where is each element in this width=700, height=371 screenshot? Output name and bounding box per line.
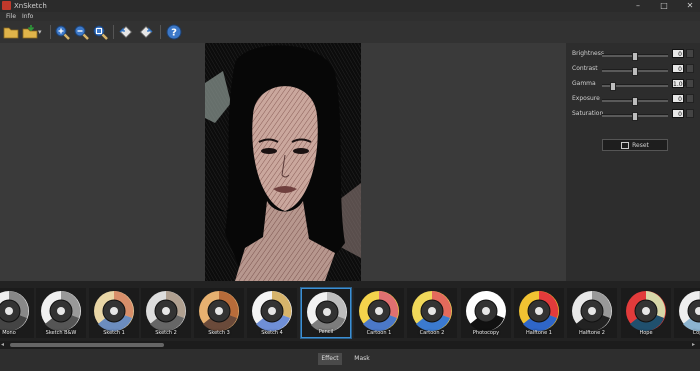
brightness-spinner[interactable] [686, 49, 694, 58]
effect-thumb[interactable]: Pencil [301, 288, 351, 338]
rotate-right-icon[interactable] [138, 24, 154, 40]
menu-bar: File Info [0, 12, 700, 21]
rotate-left-icon[interactable] [118, 24, 134, 40]
app-logo-icon [2, 1, 11, 10]
exposure-slider[interactable] [602, 97, 668, 106]
effect-thumb[interactable]: Hope [621, 288, 671, 338]
open-folder-icon[interactable] [3, 24, 19, 40]
effect-label: Sketch 4 [261, 330, 283, 336]
effect-label: Halftone 2 [579, 330, 605, 336]
close-icon[interactable]: ✕ [682, 0, 698, 12]
zoom-fit-icon[interactable] [92, 24, 108, 40]
tab-effect[interactable]: Effect [318, 353, 342, 365]
contrast-label: Contrast [572, 65, 598, 72]
menu-info[interactable]: Info [22, 12, 33, 21]
gamma-slider-thumb[interactable] [610, 82, 617, 91]
effects-strip: Mono Sketch B&W Sketch 1 Sketch 2 Sketch 3 Sk… [0, 281, 700, 343]
effect-thumb[interactable]: Halftone 2 [567, 288, 617, 338]
effect-thumb[interactable]: Copy [674, 288, 700, 338]
horizontal-scrollbar[interactable]: ◂ ▸ [0, 341, 700, 349]
effect-label: Copy [692, 330, 700, 336]
gamma-value[interactable]: 1.00 [672, 79, 686, 88]
saturation-slider[interactable] [602, 112, 668, 121]
effect-label: Cartoon 1 [366, 330, 392, 336]
effect-thumb[interactable]: Sketch 4 [247, 288, 297, 338]
contrast-slider[interactable] [602, 67, 668, 76]
effect-thumb[interactable]: Photocopy [461, 288, 511, 338]
tab-bar: Effect Mask [0, 349, 700, 371]
contrast-slider-thumb[interactable] [632, 67, 638, 76]
toolbar-divider [113, 25, 114, 39]
gamma-slider[interactable] [602, 82, 668, 91]
effect-label: Hope [639, 330, 653, 336]
adjustments-panel: Brightness 0 Contrast 0 Gamma 1.00 Expos… [566, 43, 700, 281]
save-icon[interactable] [22, 24, 38, 40]
effect-label: Pencil [318, 329, 334, 335]
effect-label: Photocopy [472, 330, 500, 336]
effect-label: Sketch B&W [45, 330, 77, 336]
brightness-slider-thumb[interactable] [632, 52, 638, 61]
reset-button[interactable]: Reset [602, 139, 668, 151]
menu-file[interactable]: File [6, 12, 16, 21]
title-bar: XnSketch – □ ✕ [0, 0, 700, 12]
gamma-row: Gamma 1.00 [566, 79, 700, 93]
exposure-label: Exposure [572, 95, 600, 102]
effect-thumb[interactable]: Sketch 3 [194, 288, 244, 338]
saturation-value[interactable]: 0 [672, 109, 684, 118]
brightness-row: Brightness 0 [566, 49, 700, 63]
reset-icon [621, 142, 630, 149]
svg-text:?: ? [171, 28, 177, 39]
effect-label: Sketch 3 [208, 330, 230, 336]
reset-label: Reset [632, 142, 649, 149]
exposure-value[interactable]: 0 [672, 94, 684, 103]
sketch-preview-image [205, 43, 361, 281]
saturation-spinner[interactable] [686, 109, 694, 118]
toolbar-divider [50, 25, 51, 39]
effect-thumb[interactable]: Cartoon 2 [407, 288, 457, 338]
chevron-down-icon[interactable]: ▾ [38, 24, 54, 40]
contrast-value[interactable]: 0 [672, 64, 684, 73]
effect-label: Halftone 1 [526, 330, 552, 336]
scroll-left-icon[interactable]: ◂ [1, 341, 4, 349]
saturation-slider-thumb[interactable] [632, 112, 638, 121]
maximize-icon[interactable]: □ [656, 0, 672, 12]
gamma-label: Gamma [572, 80, 596, 87]
exposure-row: Exposure 0 [566, 94, 700, 108]
zoom-in-icon[interactable] [54, 24, 70, 40]
effect-thumb[interactable]: Cartoon 1 [354, 288, 404, 338]
effect-thumb[interactable]: Sketch 1 [89, 288, 139, 338]
effect-thumb[interactable]: Sketch B&W [36, 288, 86, 338]
effect-thumb[interactable]: Mono [0, 288, 34, 338]
saturation-row: Saturation 0 [566, 109, 700, 123]
contrast-spinner[interactable] [686, 64, 694, 73]
minimize-icon[interactable]: – [630, 0, 646, 12]
exposure-slider-thumb[interactable] [632, 97, 638, 106]
effect-label: Sketch 2 [155, 330, 177, 336]
brightness-label: Brightness [572, 50, 604, 57]
gamma-spinner[interactable] [686, 79, 694, 88]
brightness-slider[interactable] [602, 52, 668, 61]
tab-mask[interactable]: Mask [346, 353, 378, 365]
effect-thumb[interactable]: Sketch 2 [141, 288, 191, 338]
saturation-label: Saturation [572, 110, 604, 117]
effect-label: Cartoon 2 [419, 330, 445, 336]
zoom-out-icon[interactable] [73, 24, 89, 40]
effect-label: Sketch 1 [103, 330, 125, 336]
window-title: XnSketch [14, 2, 47, 10]
contrast-row: Contrast 0 [566, 64, 700, 78]
help-icon[interactable]: ? [166, 24, 182, 40]
scroll-right-icon[interactable]: ▸ [692, 341, 695, 349]
toolbar-divider [160, 25, 161, 39]
toolbar: ▾ ? [0, 21, 700, 43]
image-canvas[interactable] [0, 43, 566, 281]
brightness-value[interactable]: 0 [672, 49, 684, 58]
scrollbar-thumb[interactable] [10, 343, 164, 347]
exposure-spinner[interactable] [686, 94, 694, 103]
effect-label: Mono [2, 330, 16, 336]
effect-thumb[interactable]: Halftone 1 [514, 288, 564, 338]
